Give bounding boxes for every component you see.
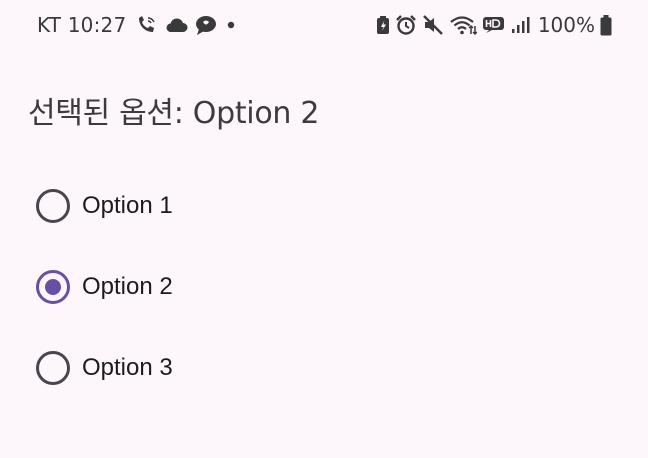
status-carrier-time: KT 10:27 — [37, 13, 126, 37]
battery-percent: 100% — [537, 13, 595, 37]
battery-icon — [600, 14, 612, 36]
chat-bubble-icon — [194, 14, 218, 36]
mute-icon — [422, 14, 444, 36]
notification-dot-icon — [224, 18, 238, 32]
radio-button-option-1[interactable] — [36, 189, 70, 223]
radio-label-option-1: Option 1 — [82, 192, 173, 219]
clock-label: 10:27 — [67, 13, 127, 37]
hd-voice-icon — [482, 14, 506, 36]
signal-icon — [511, 15, 531, 35]
radio-option-1[interactable]: Option 1 — [20, 166, 260, 246]
radio-label-option-3: Option 3 — [82, 354, 173, 381]
wifi-icon — [449, 14, 477, 36]
carrier-label: KT — [37, 13, 62, 37]
status-bar-left: KT 10:27 — [37, 10, 238, 40]
alarm-icon — [395, 14, 417, 36]
battery-saver-icon — [376, 15, 390, 35]
radio-button-option-2[interactable] — [36, 270, 70, 304]
cloud-icon — [164, 16, 188, 34]
status-bar-right: 100% — [376, 10, 612, 40]
wifi-calling-icon — [136, 15, 158, 35]
radio-option-3[interactable]: Option 3 — [20, 328, 260, 408]
radio-button-option-3[interactable] — [36, 351, 70, 385]
radio-selected-dot — [45, 279, 61, 295]
status-bar: KT 10:27 100% — [0, 0, 648, 50]
selected-option-text: 선택된 옵션: Option 2 — [28, 96, 320, 131]
radio-option-2[interactable]: Option 2 — [20, 247, 260, 327]
radio-label-option-2: Option 2 — [82, 273, 173, 300]
